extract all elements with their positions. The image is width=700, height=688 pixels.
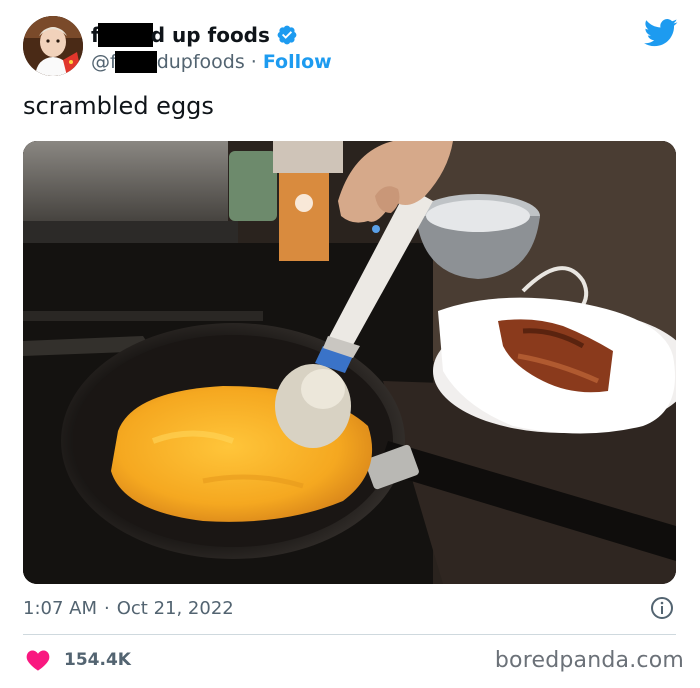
handle-start[interactable]: @f — [91, 51, 117, 73]
verified-badge-icon — [277, 25, 297, 45]
handle-row: @f dupfoods · Follow — [91, 48, 332, 76]
watermark: boredpanda.com — [494, 648, 684, 673]
avatar[interactable] — [23, 16, 83, 76]
twitter-bird-icon[interactable] — [644, 18, 678, 48]
separator: · — [250, 51, 257, 73]
redaction-bar — [114, 51, 157, 73]
follow-button[interactable]: Follow — [263, 51, 332, 73]
divider — [23, 634, 676, 635]
info-icon[interactable] — [650, 596, 674, 620]
photo-scene — [23, 141, 676, 584]
separator: · — [104, 597, 110, 619]
timestamp[interactable]: 1:07 AM · Oct 21, 2022 — [23, 594, 234, 622]
display-name[interactable]: f d up foods — [91, 20, 298, 50]
handle-end[interactable]: dupfoods — [157, 51, 245, 73]
tweet-photo[interactable] — [23, 141, 676, 584]
tweet-text: scrambled eggs — [23, 92, 214, 120]
tweet-date: Oct 21, 2022 — [116, 597, 234, 619]
heart-icon — [26, 650, 50, 671]
like-button[interactable]: 154.4K — [26, 646, 131, 674]
avatar-image — [23, 16, 83, 76]
redaction-bar — [97, 23, 153, 47]
display-name-end: d up foods — [150, 23, 270, 47]
tweet-time: 1:07 AM — [23, 597, 97, 619]
like-count: 154.4K — [64, 650, 131, 670]
